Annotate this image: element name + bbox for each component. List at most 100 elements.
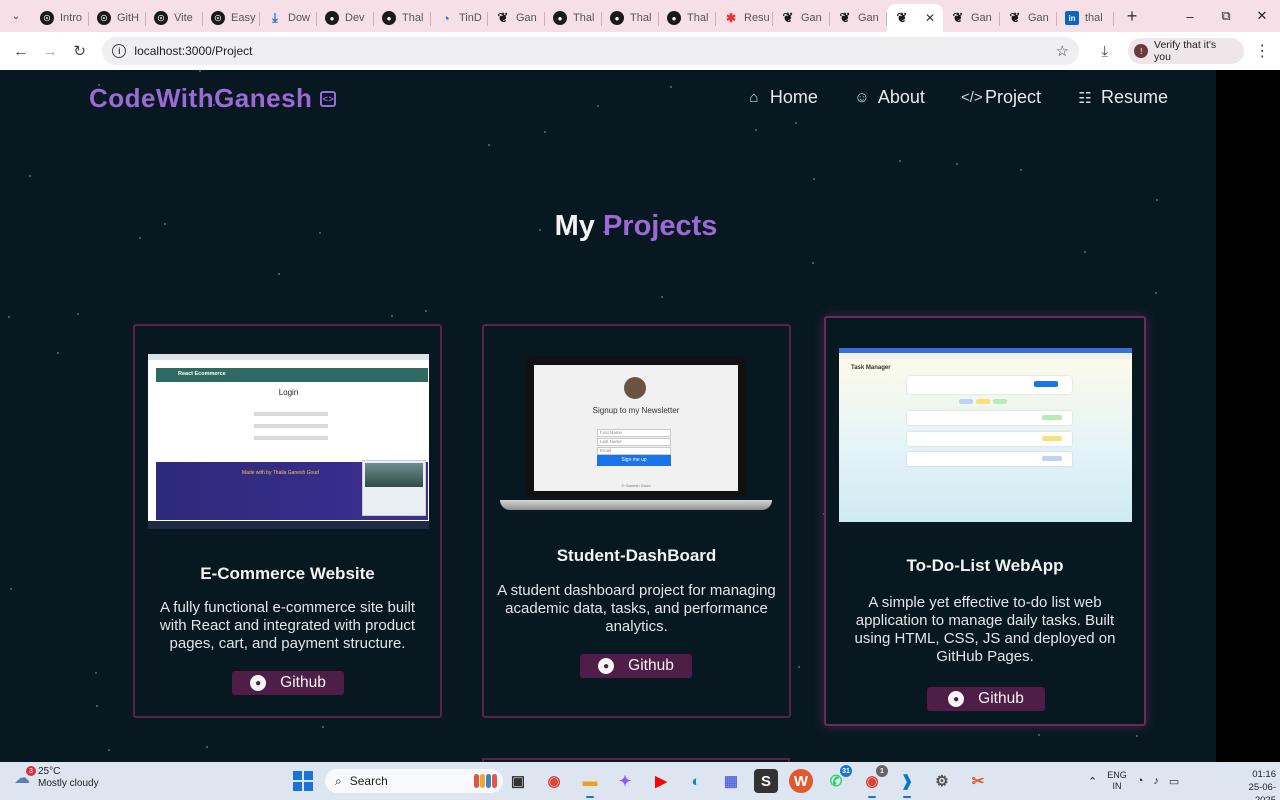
browser-tab[interactable]: ☉ Vite [146, 4, 203, 32]
weather-temp: 25°C [38, 766, 61, 777]
todo-screenshot: Task Manager [839, 348, 1132, 522]
forward-icon[interactable]: → [35, 36, 64, 66]
wps-office-icon[interactable]: W [789, 769, 813, 793]
tab-label: thal [1085, 12, 1103, 24]
thumb-browser-bar [148, 354, 429, 360]
task-view-icon[interactable]: ▣ [506, 769, 530, 793]
whatsapp-icon[interactable]: ✆ 31 [824, 765, 852, 793]
taskbar-search[interactable]: ⌕ Search [325, 769, 503, 793]
volume-icon[interactable]: ♪ [1153, 775, 1159, 787]
browser-tab[interactable]: ● Thal [374, 4, 431, 32]
browser-tab[interactable]: ❦ Gan [830, 4, 887, 32]
tab-label: Thal [687, 12, 709, 24]
page-viewport: CodeWithGanesh <> ⌂ Home ☺ About </> Pro… [0, 70, 1216, 762]
browser-tab[interactable]: ✱ Resu [716, 4, 773, 32]
browser-tab[interactable]: ☉ Easy [203, 4, 260, 32]
vscode-icon[interactable]: ❱ [895, 769, 919, 798]
scribd-icon[interactable]: S [754, 769, 778, 793]
wifi-icon[interactable]: ◔ [1137, 775, 1144, 787]
leaf-icon: ❦ [1009, 10, 1021, 25]
language-indicator[interactable]: ENG IN [1107, 770, 1127, 792]
code-brackets-icon: <> [320, 90, 337, 107]
chrome-active-icon[interactable]: ◉ 1 [860, 765, 888, 798]
browser-tab[interactable]: ◔ TinD [431, 4, 488, 32]
browser-tab[interactable]: in thal [1057, 4, 1114, 32]
settings-gear-icon[interactable]: ⚙ [930, 769, 954, 793]
edge-icon[interactable]: ◐ [684, 769, 708, 793]
github-button[interactable]: ● Github [927, 687, 1045, 711]
openai-icon: ☉ [40, 11, 54, 25]
restore-icon[interactable]: ⧉ [1208, 0, 1244, 32]
browser-tab[interactable]: ● Thal [602, 4, 659, 32]
back-icon[interactable]: ← [6, 36, 35, 66]
browser-toolbar: ← → ↻ i localhost:3000/Project ☆ ⤓ ! Ver… [0, 32, 1280, 70]
clock-date: 25-06-2025 [1248, 782, 1276, 800]
browser-tab[interactable]: ● Thal [545, 4, 602, 32]
chrome-icon[interactable]: ◉ [542, 769, 566, 793]
download-icon: ⤓ [272, 10, 278, 25]
site-info-icon[interactable]: i [112, 44, 127, 58]
profile-verify-chip[interactable]: ! Verify that it's you [1128, 38, 1245, 64]
site-logo[interactable]: CodeWithGanesh <> [89, 83, 337, 114]
project-description: A fully functional e-commerce site built… [159, 599, 416, 652]
nav-resume-label: Resume [1100, 87, 1168, 107]
thumb-field [254, 424, 328, 428]
new-tab-button[interactable]: + [1118, 2, 1146, 30]
github-button[interactable]: ● Github [580, 654, 692, 678]
youtube-icon[interactable]: ▶ [649, 769, 673, 793]
thumb-task [907, 432, 1072, 446]
microsoft-store-icon[interactable]: ▦ [719, 769, 743, 793]
thumb-task [907, 452, 1072, 466]
nav-home[interactable]: ⌂ Home [746, 87, 818, 108]
bookmark-star-icon[interactable]: ☆ [1056, 42, 1069, 60]
reload-icon[interactable]: ↻ [65, 36, 94, 66]
address-bar[interactable]: i localhost:3000/Project ☆ [102, 37, 1079, 65]
browser-tab[interactable]: ⤓ Dow [260, 4, 317, 32]
newsletter-field: Last Name [597, 438, 671, 446]
github-button-label: Github [978, 690, 1024, 707]
newsletter-title: Signup to my Newsletter [592, 406, 680, 415]
close-window-icon[interactable]: ✕ [1244, 0, 1280, 32]
snipping-tool-icon[interactable]: ✂ [966, 769, 990, 793]
newsletter-field: First Name [597, 429, 671, 437]
tray-chevron-icon[interactable]: ⌃ [1088, 775, 1097, 788]
github-button[interactable]: ● Github [232, 671, 344, 695]
github-icon: ● [382, 11, 396, 25]
nav-about[interactable]: ☺ About [854, 87, 925, 108]
browser-tab[interactable]: ❦ Gan [943, 4, 1000, 32]
browser-tab[interactable]: ❦ Gan [1000, 4, 1057, 32]
browser-tab[interactable]: ❦ Gan [773, 4, 830, 32]
newsletter-avatar [624, 377, 646, 399]
thumb-filter-chip [959, 399, 973, 404]
github-icon: ● [667, 11, 681, 25]
copilot-icon[interactable]: ✦ [613, 769, 637, 793]
openai-icon: ☉ [97, 11, 111, 25]
download-icon[interactable]: ⤓ [1087, 36, 1122, 66]
browser-tab[interactable]: ❦ Gan [488, 4, 545, 32]
newsletter-copyright: © Ganesh Goud [621, 483, 651, 488]
battery-icon[interactable]: ▭ [1169, 775, 1179, 788]
tab-active[interactable]: ❦ ✕ [887, 4, 943, 32]
browser-tab[interactable]: ● Thal [659, 4, 716, 32]
minimize-icon[interactable]: – [1172, 0, 1208, 32]
browser-menu-icon[interactable]: ⋮ [1250, 41, 1274, 61]
windows-start-icon[interactable] [293, 771, 313, 791]
file-explorer-icon[interactable]: ▬ [578, 769, 602, 798]
url-text[interactable]: localhost:3000/Project [134, 44, 1055, 58]
project-card-ecommerce: React Ecommerce Login Made with by Thall… [133, 324, 442, 718]
section-title-main: My [554, 210, 595, 242]
browser-tab[interactable]: ☉ Intro [32, 4, 89, 32]
system-clock[interactable]: 01:16 25-06-2025 [1236, 768, 1276, 800]
tab-search-icon[interactable]: ⌄ [0, 0, 32, 32]
tab-label: GitH [117, 12, 139, 24]
browser-tab[interactable]: ☉ GitH [89, 4, 146, 32]
project-title: To-Do-List WebApp [906, 556, 1064, 575]
linkedin-icon: in [1065, 11, 1079, 25]
nav-project[interactable]: </> Project [961, 87, 1041, 108]
weather-widget[interactable]: ☁ 3 25°C Mostly cloudy [14, 766, 99, 790]
tab-label: Gan [858, 12, 879, 24]
nav-resume[interactable]: ☷ Resume [1077, 87, 1168, 108]
tab-close-icon[interactable]: ✕ [925, 11, 935, 25]
browser-tab[interactable]: ● Dev [317, 4, 374, 32]
nav-links: ⌂ Home ☺ About </> Project ☷ Resume [746, 87, 1168, 108]
